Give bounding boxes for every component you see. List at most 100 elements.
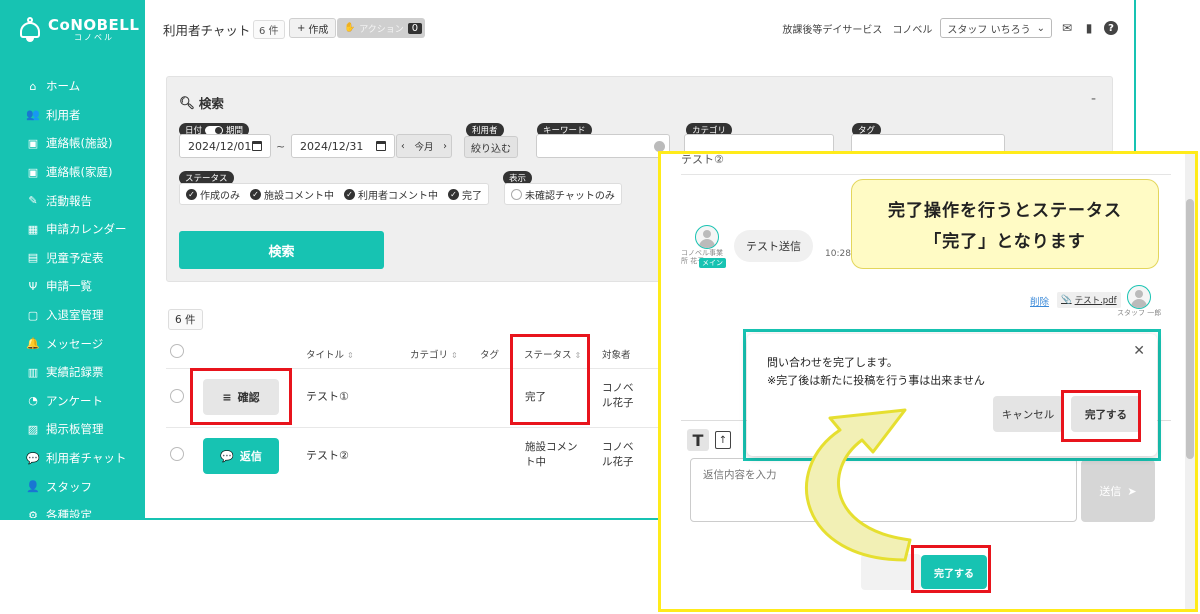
sidebar-item-label: 申請カレンダー xyxy=(46,222,127,237)
sidebar-item[interactable]: ⌂ ホーム xyxy=(0,72,145,101)
status-option[interactable]: ✓ 完了 xyxy=(448,187,482,202)
gear-icon: ⚙ xyxy=(28,508,38,520)
help-icon[interactable]: ? xyxy=(1104,21,1118,35)
month-label: 今月 xyxy=(414,142,434,153)
check-icon: ✓ xyxy=(344,188,355,200)
chat-icon: 💬 xyxy=(26,451,40,465)
date-separator: ~ xyxy=(276,140,286,153)
th-category[interactable]: カテゴリ ⇕ xyxy=(410,347,458,361)
text-format-icon[interactable]: T xyxy=(687,429,709,451)
keyword-input[interactable] xyxy=(536,134,670,158)
sidebar-item[interactable]: ✎ 活動報告 xyxy=(0,186,145,215)
status-option[interactable]: ✓ 施設コメント中 xyxy=(250,187,334,202)
date-from-input[interactable]: 2024/12/01 xyxy=(179,134,271,158)
unread-only-label: 未確認チャットのみ xyxy=(525,190,615,202)
display-options: 未確認チャットのみ xyxy=(504,183,622,205)
dialog-complete-button[interactable]: 完了する xyxy=(1071,396,1141,432)
attachment-chip[interactable]: 📎 テスト.pdf xyxy=(1057,292,1121,308)
search-panel-title[interactable]: 🔍︎ 検索 xyxy=(179,93,224,112)
main-tag: メイン xyxy=(699,258,726,268)
cancel-button[interactable]: キャンセル xyxy=(993,396,1063,432)
sidebar-item-label: ホーム xyxy=(46,79,81,94)
callout-line1: 完了操作を行うとステータス xyxy=(888,201,1122,221)
list-icon: Ψ xyxy=(28,279,38,293)
sidebar-item-label: 入退室管理 xyxy=(46,308,104,323)
row-title: テスト① xyxy=(306,390,349,403)
attachment-name: テスト.pdf xyxy=(1074,296,1117,306)
count-badge: 6 件 xyxy=(253,20,285,39)
scrollbar[interactable] xyxy=(1185,154,1195,609)
pie-chart-icon: ◔ xyxy=(28,394,38,408)
sidebar-item[interactable]: ◔ アンケート xyxy=(0,387,145,416)
date-to-input[interactable]: 2024/12/31 xyxy=(291,134,395,158)
th-tag[interactable]: タグ xyxy=(480,347,499,361)
sidebar-item[interactable]: Ψ 申請一覧 xyxy=(0,272,145,301)
sidebar-item[interactable]: 🔔 メッセージ xyxy=(0,329,145,358)
row-title: テスト② xyxy=(306,449,349,462)
users-icon: 👥 xyxy=(26,108,40,122)
complete-button[interactable]: 完了する xyxy=(921,555,987,589)
th-title[interactable]: タイトル ⇕ xyxy=(306,347,354,361)
sidebar-item[interactable]: ⚙ 各種設定 xyxy=(0,501,145,520)
chevron-right-icon[interactable]: › xyxy=(443,141,447,152)
sidebar-item[interactable]: ▦ 申請カレンダー xyxy=(0,215,145,244)
th-status-label: ステータス xyxy=(524,350,572,361)
reply-input[interactable] xyxy=(690,458,1077,522)
mail-icon[interactable]: ✉ xyxy=(1060,21,1074,35)
narrow-button[interactable]: 絞り込む xyxy=(464,136,518,158)
row-checkbox[interactable] xyxy=(170,447,184,461)
check-icon: ✓ xyxy=(250,188,261,200)
scrollbar-thumb[interactable] xyxy=(1186,199,1194,459)
bell-logo-icon xyxy=(18,16,42,44)
sidebar-item[interactable]: ▥ 実績記録票 xyxy=(0,358,145,387)
sidebar-item[interactable]: ▨ 掲示板管理 xyxy=(0,415,145,444)
door-icon: ▢ xyxy=(27,308,39,322)
row-divider xyxy=(166,427,666,428)
select-all-checkbox[interactable] xyxy=(170,344,184,358)
divider xyxy=(681,174,1171,175)
home-icon: ⌂ xyxy=(29,79,37,93)
chevron-left-icon[interactable]: ‹ xyxy=(401,141,405,152)
sidebar-item[interactable]: ▤ 児童予定表 xyxy=(0,244,145,273)
search-button[interactable]: 検索 xyxy=(179,231,384,269)
chat-title: テスト② xyxy=(681,153,724,166)
row-divider xyxy=(166,368,666,369)
sidebar-item[interactable]: ▢ 入退室管理 xyxy=(0,301,145,330)
sidebar-item-label: スタッフ xyxy=(46,479,92,494)
month-nav[interactable]: ‹ 今月 › xyxy=(396,134,452,158)
map-icon: ▤ xyxy=(27,251,39,265)
book-icon[interactable]: ▮ xyxy=(1082,21,1096,35)
create-button[interactable]: + 作成 xyxy=(289,18,337,38)
message-bubble: テスト送信 xyxy=(734,230,813,262)
sidebar-item[interactable]: 👥 利用者 xyxy=(0,101,145,130)
status-option[interactable]: ✓ 利用者コメント中 xyxy=(344,187,438,202)
status-option-label: 利用者コメント中 xyxy=(358,190,438,202)
sidebar-item-label: 申請一覧 xyxy=(46,279,92,294)
collapse-button[interactable]: - xyxy=(1091,91,1096,107)
menu-icon: ≡ xyxy=(222,390,232,404)
upload-icon[interactable]: ↑ xyxy=(715,431,731,449)
confirm-button[interactable]: ≡ 確認 xyxy=(203,379,279,415)
sidebar-item[interactable]: 👤 スタッフ xyxy=(0,472,145,501)
sidebar-item[interactable]: 💬 利用者チャット xyxy=(0,444,145,473)
staff-label: スタッフ 一郎 xyxy=(1117,309,1162,317)
status-option[interactable]: ✓ 作成のみ xyxy=(186,187,240,202)
sidebar-item-label: 連絡帳(施設) xyxy=(46,136,113,151)
th-title-label: タイトル xyxy=(306,350,345,361)
action-button[interactable]: ✋ アクション 0 xyxy=(337,18,426,38)
staff-select[interactable]: スタッフ いちろう ⌄ xyxy=(940,18,1052,38)
sidebar-item[interactable]: ▣ 連絡帳(施設) xyxy=(0,129,145,158)
delete-link[interactable]: 削除 xyxy=(1030,294,1049,308)
logo[interactable]: CoNOBELL コノベル xyxy=(18,16,139,44)
staff-name: スタッフ いちろう xyxy=(947,24,1031,36)
close-icon[interactable]: ✕ xyxy=(1133,343,1145,359)
unread-only-option[interactable]: 未確認チャットのみ xyxy=(511,187,615,202)
sidebar-item-label: 掲示板管理 xyxy=(46,422,104,437)
staff-icon: 👤 xyxy=(26,480,40,494)
sidebar-item[interactable]: ▣ 連絡帳(家庭) xyxy=(0,158,145,187)
reply-button[interactable]: 💬 返信 xyxy=(203,438,279,474)
th-status[interactable]: ステータス ⇕ xyxy=(524,347,581,361)
row-checkbox[interactable] xyxy=(170,389,184,403)
send-button[interactable]: 送信 ➤ xyxy=(1081,460,1155,522)
th-target[interactable]: 対象者 xyxy=(602,347,631,361)
